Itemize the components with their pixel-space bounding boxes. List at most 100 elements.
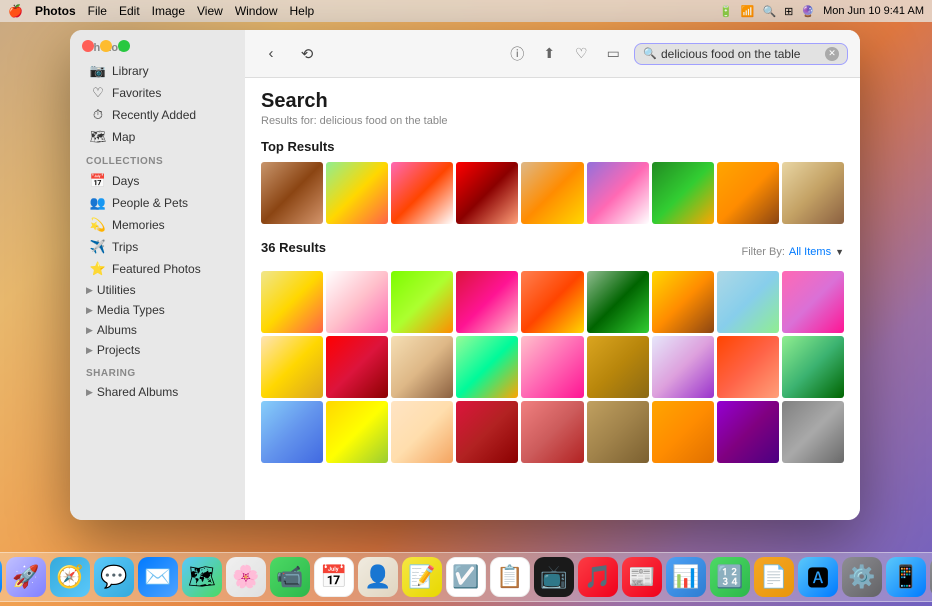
search-clear-button[interactable]: ✕ (825, 47, 839, 61)
photo-thumb[interactable] (652, 162, 714, 224)
sidebar-item-people-pets[interactable]: 👥 People & Pets (74, 192, 241, 214)
photo-thumb[interactable] (717, 336, 779, 398)
rotate-button[interactable]: ⟲ (293, 40, 321, 68)
sidebar-item-projects[interactable]: ▶ Projects (74, 340, 241, 360)
frame-button[interactable]: ▭ (600, 41, 626, 67)
sidebar-item-library[interactable]: 📷 Library (74, 60, 241, 82)
photo-thumb[interactable] (456, 401, 518, 463)
photo-thumb[interactable] (261, 271, 323, 333)
close-button[interactable] (82, 40, 94, 52)
sidebar-item-media-types[interactable]: ▶ Media Types (74, 300, 241, 320)
toolbar: ‹ ⟲ ⓘ ⬆ ♡ ▭ 🔍 ✕ (245, 30, 860, 78)
photo-thumb[interactable] (521, 401, 583, 463)
info-button[interactable]: ⓘ (504, 41, 530, 67)
menubar-image[interactable]: Image (152, 4, 185, 18)
photo-thumb[interactable] (717, 271, 779, 333)
back-button[interactable]: ‹ (257, 40, 285, 68)
sidebar-item-days[interactable]: 📅 Days (74, 170, 241, 192)
dock-icon-appstore[interactable]: 🅰 (798, 557, 838, 597)
projects-chevron: ▶ (86, 345, 93, 356)
sidebar-item-shared-albums[interactable]: ▶ Shared Albums (74, 382, 241, 402)
photo-thumb[interactable] (782, 401, 844, 463)
sidebar-item-trips[interactable]: ✈️ Trips (74, 236, 241, 258)
dock-icon-mail[interactable]: ✉️ (138, 557, 178, 597)
maximize-button[interactable] (118, 40, 130, 52)
dock-icon-safari[interactable]: 🧭 (50, 557, 90, 597)
dock-icon-facetime[interactable]: 📹 (270, 557, 310, 597)
menubar-view[interactable]: View (197, 4, 223, 18)
photo-thumb[interactable] (782, 162, 844, 224)
photo-thumb[interactable] (391, 162, 453, 224)
dock-icon-photos[interactable]: 🌸 (226, 557, 266, 597)
menubar-edit[interactable]: Edit (119, 4, 140, 18)
sidebar-item-memories[interactable]: 💫 Memories (74, 214, 241, 236)
dock-icon-music[interactable]: 🎵 (578, 557, 618, 597)
dock-icon-calendar[interactable]: 📅 (314, 557, 354, 597)
menubar-file[interactable]: File (88, 4, 107, 18)
sidebar-item-map[interactable]: 🗺 Map (74, 126, 241, 148)
dock-icon-numbers[interactable]: 🔢 (710, 557, 750, 597)
dock-icon-notes[interactable]: 📝 (402, 557, 442, 597)
photo-thumb[interactable] (782, 271, 844, 333)
photo-thumb[interactable] (717, 401, 779, 463)
photo-thumb[interactable] (391, 336, 453, 398)
search-menubar-icon[interactable]: 🔍 (762, 5, 776, 18)
sidebar-item-featured[interactable]: ⭐ Featured Photos (74, 258, 241, 280)
photo-thumb[interactable] (261, 401, 323, 463)
photo-thumb[interactable] (456, 162, 518, 224)
sidebar-item-recently-added[interactable]: ⏱ Recently Added (74, 104, 241, 126)
filter-button[interactable]: Filter By: All Items ▼ (741, 246, 844, 258)
photo-thumb[interactable] (587, 271, 649, 333)
photo-thumb[interactable] (652, 336, 714, 398)
photo-thumb[interactable] (456, 271, 518, 333)
photo-thumb[interactable] (587, 401, 649, 463)
dock-icon-maps[interactable]: 🗺 (182, 557, 222, 597)
dock-icon-finder[interactable]: 🖥 (0, 557, 2, 597)
dock-icon-launchpad[interactable]: 🚀 (6, 557, 46, 597)
dock-icon-pages[interactable]: 📄 (754, 557, 794, 597)
minimize-button[interactable] (100, 40, 112, 52)
sidebar-item-albums[interactable]: ▶ Albums (74, 320, 241, 340)
photo-thumb[interactable] (326, 401, 388, 463)
photo-thumb[interactable] (326, 162, 388, 224)
menubar-app-name[interactable]: Photos (35, 4, 76, 18)
dock-icon-contacts[interactable]: 👤 (358, 557, 398, 597)
photo-thumb[interactable] (782, 336, 844, 398)
photo-thumb[interactable] (521, 271, 583, 333)
sidebar-item-favorites[interactable]: ♡ Favorites (74, 82, 241, 104)
menubar-help[interactable]: Help (290, 4, 315, 18)
share-button[interactable]: ⬆ (536, 41, 562, 67)
search-input[interactable] (661, 47, 821, 61)
control-center-icon[interactable]: ⊞ (784, 5, 793, 18)
photo-thumb[interactable] (652, 401, 714, 463)
dock-icon-notion[interactable]: 📋 (490, 557, 530, 597)
photo-thumb[interactable] (521, 162, 583, 224)
memories-icon: 💫 (90, 217, 106, 233)
photo-thumb[interactable] (652, 271, 714, 333)
dock-icon-reminders[interactable]: ☑️ (446, 557, 486, 597)
apple-menu[interactable]: 🍎 (8, 4, 23, 18)
photo-thumb[interactable] (391, 271, 453, 333)
photo-thumb[interactable] (456, 336, 518, 398)
sidebar-item-utilities[interactable]: ▶ Utilities (74, 280, 241, 300)
dock-icon-news[interactable]: 📰 (622, 557, 662, 597)
photo-thumb[interactable] (326, 336, 388, 398)
menubar-window[interactable]: Window (235, 4, 278, 18)
dock-icon-keynote[interactable]: 📊 (666, 557, 706, 597)
photo-thumb[interactable] (326, 271, 388, 333)
dock-icon-messages[interactable]: 💬 (94, 557, 134, 597)
photo-thumb[interactable] (717, 162, 779, 224)
photo-thumb[interactable] (261, 336, 323, 398)
dock-icon-mirror[interactable]: 📱 (886, 557, 926, 597)
photo-thumb[interactable] (391, 401, 453, 463)
dock-icon-appletv[interactable]: 📺 (534, 557, 574, 597)
siri-icon[interactable]: 🔮 (801, 5, 815, 18)
search-bar[interactable]: 🔍 ✕ (634, 43, 848, 65)
photo-thumb[interactable] (587, 162, 649, 224)
heart-button[interactable]: ♡ (568, 41, 594, 67)
dock-icon-sysperfs[interactable]: ⚙️ (842, 557, 882, 597)
photo-thumb[interactable] (587, 336, 649, 398)
photo-thumb[interactable] (521, 336, 583, 398)
utilities-chevron: ▶ (86, 285, 93, 296)
photo-thumb[interactable] (261, 162, 323, 224)
